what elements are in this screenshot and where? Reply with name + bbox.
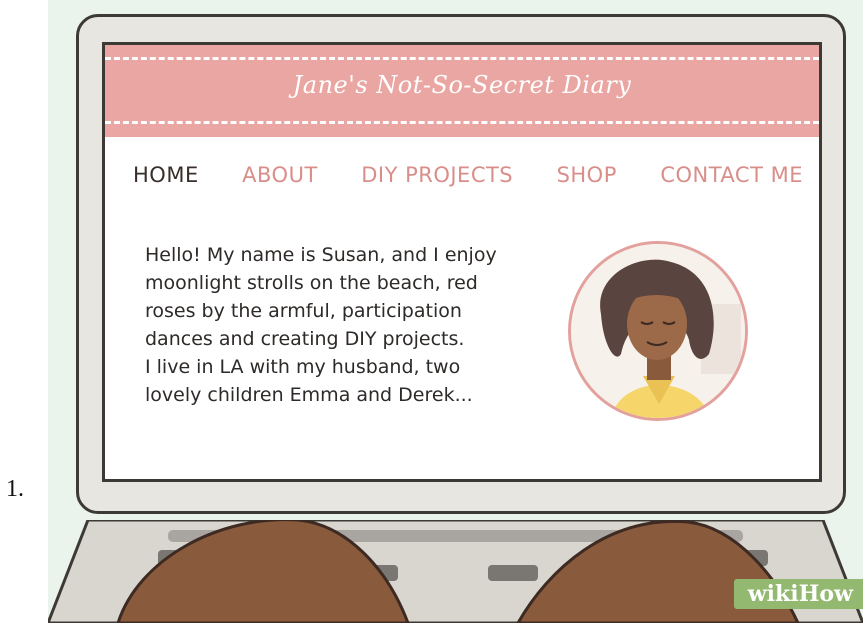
list-number: 1.	[6, 476, 24, 502]
site-banner: Jane's Not-So-Secret Diary	[105, 45, 819, 137]
avatar	[568, 241, 748, 421]
woman-portrait-icon	[571, 244, 745, 418]
laptop-screen: Jane's Not-So-Secret Diary HOME ABOUT DI…	[102, 42, 822, 482]
banner-dashed-line-bottom	[105, 121, 819, 124]
site-title: Jane's Not-So-Secret Diary	[292, 71, 632, 99]
banner-dashed-line-top	[105, 57, 819, 60]
nav-item-contact-me[interactable]: CONTACT ME	[660, 163, 803, 187]
wikihow-watermark: wikiHow	[733, 579, 863, 609]
site-nav: HOME ABOUT DIY PROJECTS SHOP CONTACT ME	[133, 163, 803, 187]
laptop-keyboard-area: wikiHow	[46, 518, 863, 623]
nav-item-home[interactable]: HOME	[133, 163, 199, 187]
bio-text: Hello! My name is Susan, and I enjoy moo…	[145, 244, 497, 406]
nav-item-diy-projects[interactable]: DIY PROJECTS	[361, 163, 513, 187]
nav-item-about[interactable]: ABOUT	[242, 163, 318, 187]
illustration: 1. Jane's Not-So-Secret Diary HOME ABOUT…	[0, 0, 863, 623]
nav-item-shop[interactable]: SHOP	[557, 163, 617, 187]
